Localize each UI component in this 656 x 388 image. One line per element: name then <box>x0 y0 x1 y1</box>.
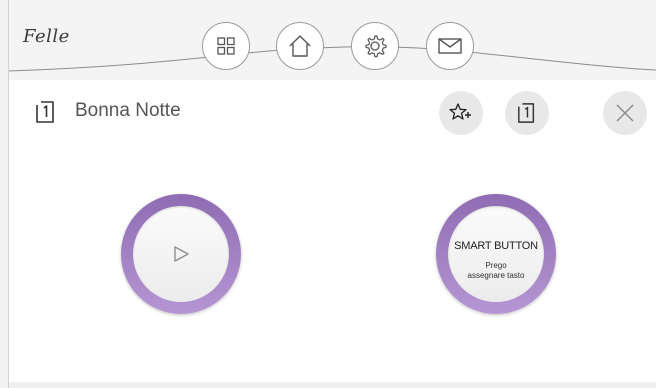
nav-curve-line <box>9 46 656 72</box>
smart-button[interactable]: SMART BUTTON Prego assegnare tasto <box>448 206 544 302</box>
smart-button-label: SMART BUTTON <box>454 239 538 252</box>
scene-door-1-icon <box>518 103 535 123</box>
messages-button[interactable] <box>426 22 474 70</box>
add-favorite-button[interactable] <box>439 91 483 135</box>
smart-button-hint-line2: assegnare tasto <box>467 270 525 280</box>
settings-button[interactable] <box>351 22 399 70</box>
top-nav-bar: Felle <box>9 0 656 80</box>
apps-grid-button[interactable] <box>202 22 250 70</box>
scene-door-1-icon <box>36 101 54 123</box>
home-icon <box>289 35 311 57</box>
play-icon <box>174 246 189 262</box>
scene-panel: Bonna Notte SMART BUTTON Prego assegnare… <box>9 80 656 382</box>
bottom-bar <box>9 382 656 388</box>
close-icon <box>616 104 634 122</box>
apps-grid-icon <box>217 37 235 55</box>
play-button-ring <box>121 194 241 314</box>
gear-icon <box>365 35 387 58</box>
logo: Felle <box>23 26 70 47</box>
play-button[interactable] <box>133 206 229 302</box>
smart-button-ring: SMART BUTTON Prego assegnare tasto <box>436 194 556 314</box>
mail-icon <box>438 38 462 54</box>
home-button[interactable] <box>276 22 324 70</box>
smart-button-hint: Prego assegnare tasto <box>468 261 525 281</box>
smart-button-hint-line1: Prego <box>485 260 507 270</box>
add-favorite-icon <box>449 103 471 120</box>
close-button[interactable] <box>603 91 647 135</box>
page-title: Bonna Notte <box>75 100 181 121</box>
scene-id-button[interactable] <box>505 91 549 135</box>
